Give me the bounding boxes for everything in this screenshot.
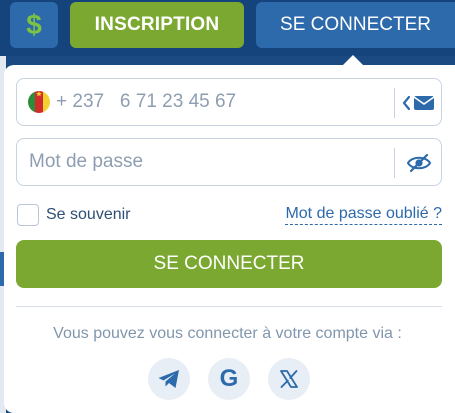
telegram-icon [158, 370, 179, 388]
phone-input[interactable]: + 237 6 71 23 45 67 [56, 91, 236, 113]
google-login-button[interactable]: G [208, 358, 250, 400]
phone-field[interactable]: ★ + 237 6 71 23 45 67 [16, 78, 442, 126]
remember-me-label[interactable]: Se souvenir [46, 206, 131, 224]
remember-me-checkbox[interactable] [17, 204, 39, 226]
forgot-password-link[interactable]: Mot de passe oublié ? [285, 205, 442, 225]
register-button[interactable]: INSCRIPTION [70, 2, 244, 48]
eye-slash-icon [406, 153, 432, 173]
remember-me: Se souvenir [17, 204, 131, 226]
login-tab-button[interactable]: SE CONNECTER [256, 2, 455, 48]
divider [16, 306, 442, 307]
telegram-login-button[interactable] [148, 358, 190, 400]
password-input[interactable]: Mot de passe [29, 151, 143, 173]
x-login-button[interactable] [268, 358, 310, 400]
google-icon: G [219, 365, 239, 392]
cameroon-flag-icon[interactable]: ★ [28, 91, 50, 113]
login-submit-button[interactable]: SE CONNECTER [16, 240, 442, 288]
dollar-icon: $ [26, 9, 42, 40]
x-icon [280, 370, 298, 388]
top-bar: $ INSCRIPTION SE CONNECTER [0, 0, 455, 56]
toggle-password-visibility-button[interactable] [401, 150, 437, 176]
login-page: $ INSCRIPTION SE CONNECTER ★ + 237 6 71 … [0, 0, 455, 413]
switch-to-email-button[interactable] [399, 90, 439, 116]
social-login-prompt: Vous pouvez vous connecter à votre compt… [53, 325, 402, 342]
password-field[interactable]: Mot de passe [16, 138, 442, 186]
envelope-icon [402, 95, 435, 111]
currency-button[interactable]: $ [10, 2, 58, 48]
